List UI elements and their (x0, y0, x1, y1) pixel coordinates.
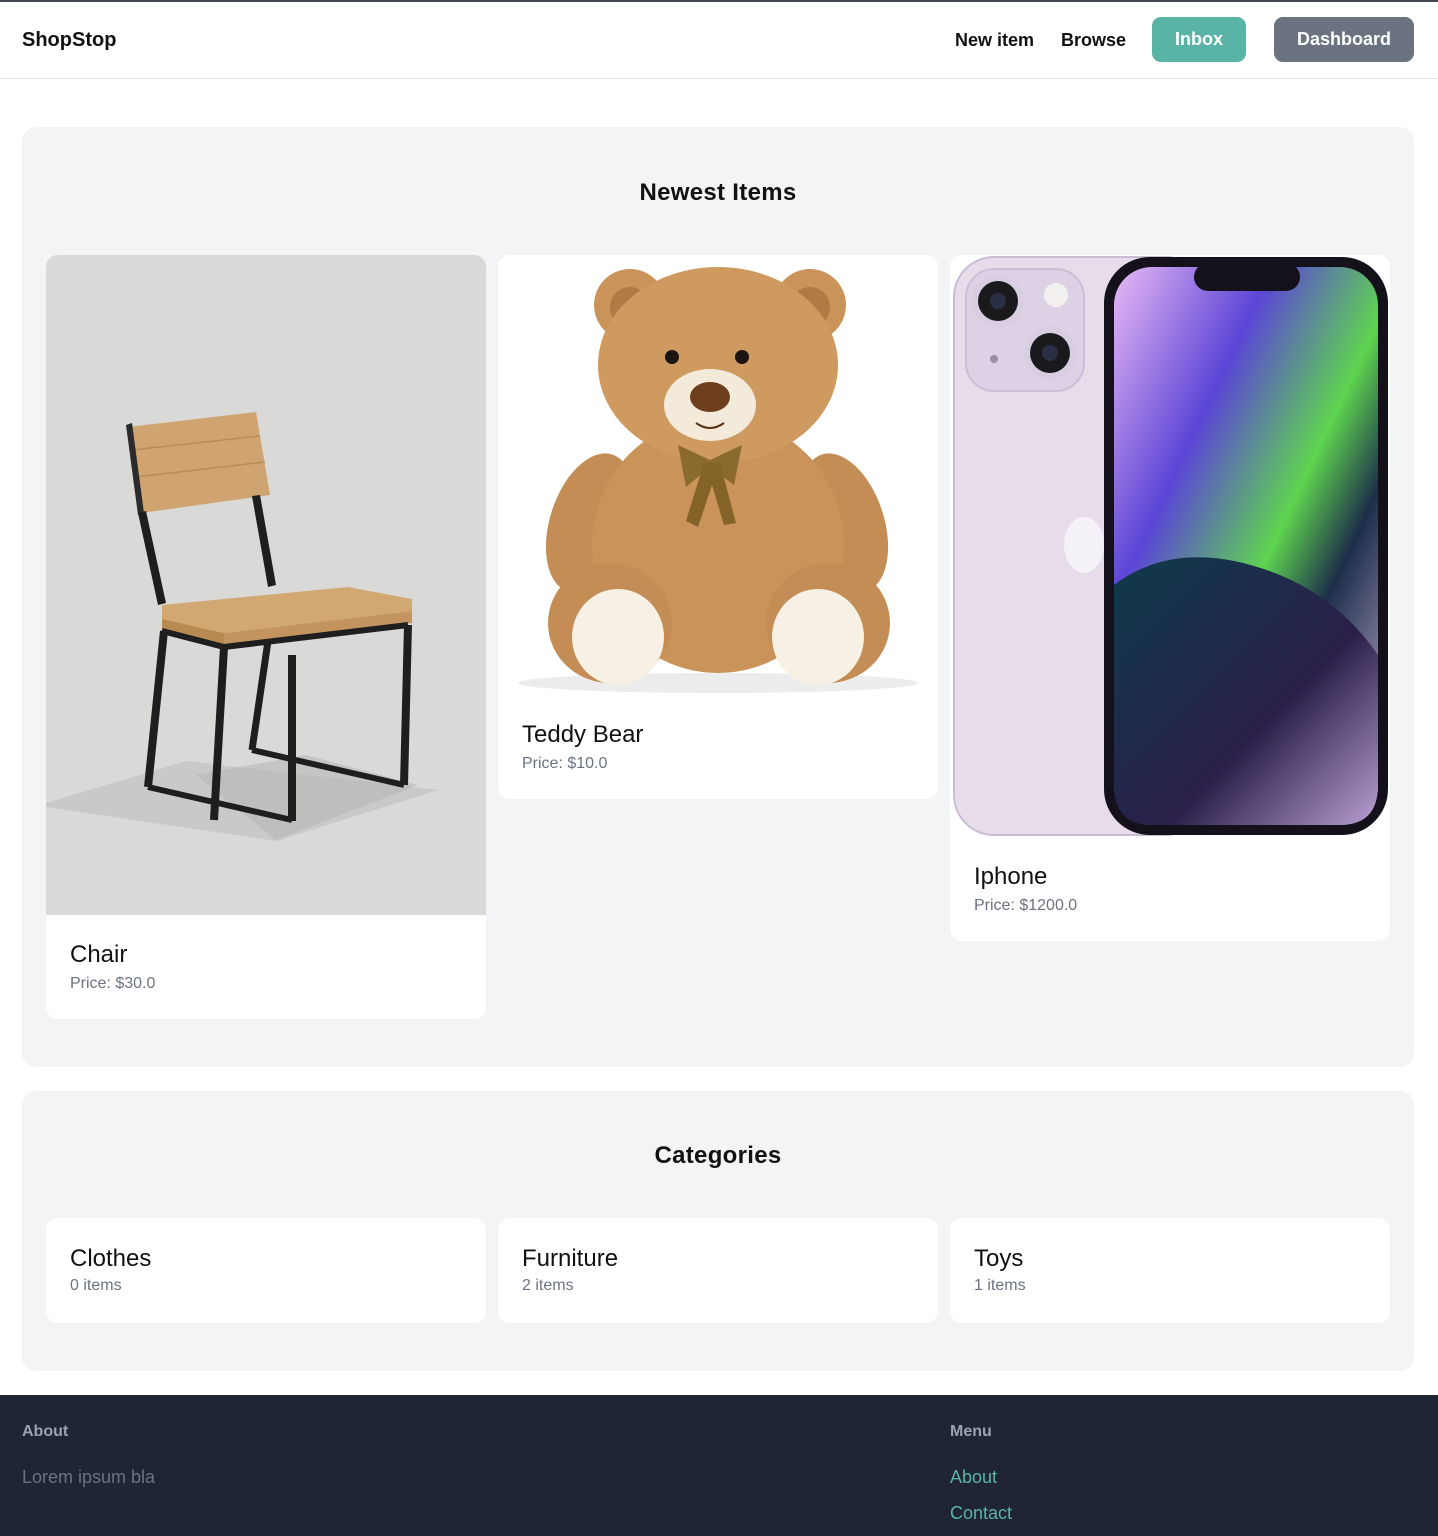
footer-menu-heading: Menu (950, 1423, 992, 1440)
top-navbar: ShopStop New item Browse Inbox Dashboard (0, 2, 1438, 79)
item-image-chair[interactable] (46, 255, 486, 915)
footer-about-text: Lorem ipsum bla (22, 1467, 156, 1487)
inbox-button[interactable]: Inbox (1152, 17, 1246, 62)
categories-heading: Categories (654, 1142, 782, 1169)
item-image-iphone[interactable] (950, 255, 1390, 837)
item-name: Iphone (974, 863, 1048, 890)
category-count: 1 items (974, 1277, 1026, 1294)
footer-about-heading: About (22, 1423, 69, 1440)
item-price: Price: $10.0 (522, 755, 608, 772)
chair-image (46, 255, 486, 915)
item-name: Teddy Bear (522, 721, 644, 748)
iphone-image (950, 255, 1390, 837)
teddy-bear-image (498, 255, 938, 695)
footer-about-link[interactable]: About (950, 1467, 997, 1488)
newest-items-heading: Newest Items (639, 179, 797, 206)
dashboard-button[interactable]: Dashboard (1274, 17, 1414, 62)
new-item-link[interactable]: New item (955, 30, 1034, 51)
item-price: Price: $30.0 (70, 975, 156, 992)
item-card-chair[interactable]: Chair Price: $30.0 (46, 255, 486, 1019)
category-name: Furniture (522, 1245, 619, 1272)
category-count: 2 items (522, 1277, 574, 1294)
category-card-clothes[interactable]: Clothes 0 items (46, 1218, 486, 1323)
item-card-teddy-bear[interactable]: Teddy Bear Price: $10.0 (498, 255, 938, 799)
category-name: Clothes (70, 1245, 152, 1272)
footer-contact-link[interactable]: Contact (950, 1503, 1012, 1524)
category-count: 0 items (70, 1277, 122, 1294)
newest-items-section: Newest Items Chair Price: $30.0 Teddy Be… (22, 127, 1414, 1067)
category-card-toys[interactable]: Toys 1 items (950, 1218, 1390, 1323)
item-name: Chair (70, 941, 128, 968)
category-card-furniture[interactable]: Furniture 2 items (498, 1218, 938, 1323)
site-footer: About Lorem ipsum bla Menu About Contact (0, 1395, 1438, 1536)
categories-section: Categories Clothes 0 items Furniture 2 i… (22, 1091, 1414, 1371)
item-card-iphone[interactable]: Iphone Price: $1200.0 (950, 255, 1390, 941)
category-name: Toys (974, 1245, 1024, 1272)
item-price: Price: $1200.0 (974, 897, 1078, 914)
item-image-teddy-bear[interactable] (498, 255, 938, 695)
browse-link[interactable]: Browse (1061, 30, 1126, 51)
brand-logo-link[interactable]: ShopStop (22, 29, 116, 52)
